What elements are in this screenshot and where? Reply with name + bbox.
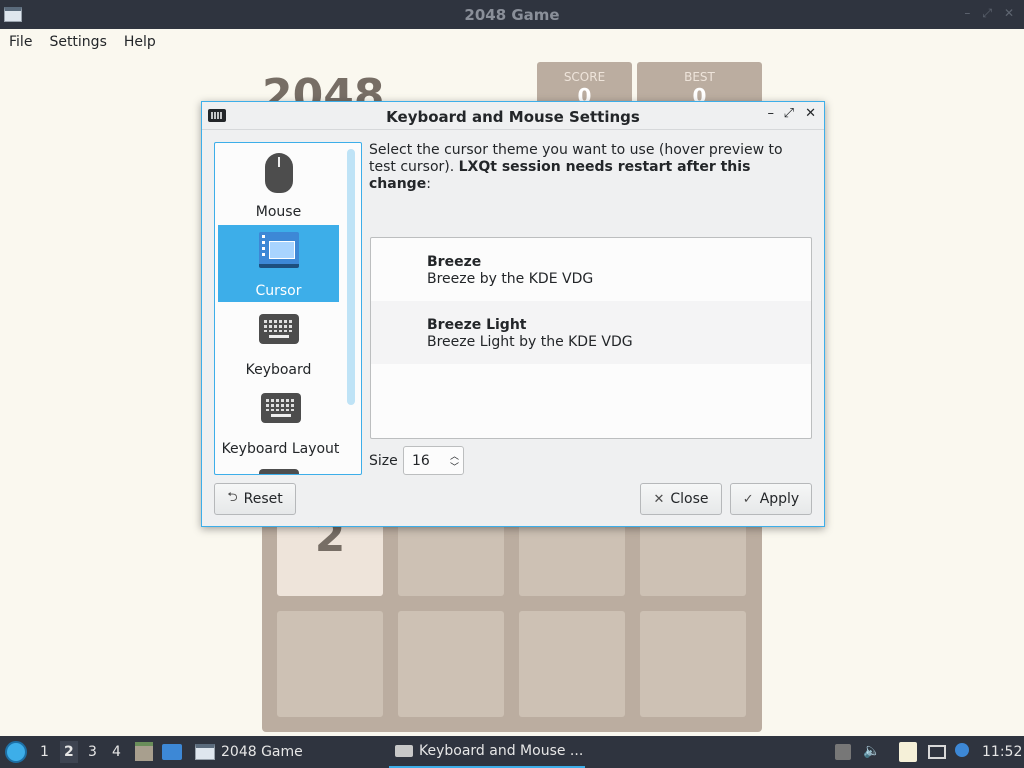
theme-description: Breeze Light by the KDE VDG <box>427 334 633 350</box>
clipboard-icon[interactable] <box>899 742 917 762</box>
score-box: SCORE 0 <box>537 62 632 108</box>
sidebar-item-label: Keyboard <box>245 362 312 378</box>
empty-cell <box>640 611 746 717</box>
theme-item-breeze[interactable]: Breeze Breeze by the KDE VDG <box>371 238 811 301</box>
theme-name: Breeze <box>427 254 482 270</box>
settings-category-list: Mouse Cursor Keyboard Keyboard Layout <box>214 142 362 475</box>
window-controls: – ⤢ ✕ <box>964 6 1014 21</box>
maximize-icon[interactable]: ⤢ <box>982 6 992 21</box>
window-title: 2048 Game <box>464 6 560 24</box>
empty-cell <box>519 611 625 717</box>
sidebar-item-keyboard-layout[interactable]: Keyboard Layout <box>218 383 343 460</box>
close-icon[interactable]: ✕ <box>1004 6 1014 21</box>
close-label: Close <box>670 491 709 507</box>
empty-cell <box>277 611 383 717</box>
size-spinbox[interactable]: 16 ︿ ﹀ <box>403 446 464 475</box>
reset-button[interactable]: ⮌ Reset <box>214 483 296 515</box>
close-button[interactable]: ✕ Close <box>640 483 722 515</box>
cursor-icon <box>258 232 299 268</box>
taskbar: 1 2 3 4 2048 Game Keyboard and Mouse ...… <box>0 736 1024 768</box>
sidebar-item-keyboard[interactable]: Keyboard <box>218 304 339 381</box>
keyboard-layout-icon <box>260 393 301 423</box>
sidebar-item-label: Mouse <box>255 204 302 220</box>
minimize-icon[interactable]: – <box>768 106 775 121</box>
workspace-3[interactable]: 3 <box>88 744 97 760</box>
minimize-icon[interactable]: – <box>964 6 970 21</box>
cursor-theme-description: Select the cursor theme you want to use … <box>369 142 809 193</box>
menubar: File Settings Help <box>0 29 1024 57</box>
theme-description: Breeze by the KDE VDG <box>427 271 594 287</box>
cursor-theme-list: Breeze Breeze by the KDE VDG Breeze Ligh… <box>370 237 812 439</box>
sidebar-item-label: Cursor <box>255 283 302 299</box>
empty-cell <box>398 611 504 717</box>
volume-icon[interactable]: 🔈 <box>863 743 880 759</box>
best-label: BEST <box>684 70 715 84</box>
keyboard-icon <box>258 469 299 474</box>
network-icon[interactable] <box>928 745 946 759</box>
sidebar-item-label: Keyboard Layout <box>221 441 340 457</box>
maximize-icon[interactable]: ⤢ <box>784 106 794 121</box>
show-desktop-icon[interactable] <box>162 744 182 760</box>
task-label: 2048 Game <box>221 744 303 760</box>
size-label: Size <box>369 453 398 469</box>
undo-icon: ⮌ <box>227 490 238 505</box>
workspace-2[interactable]: 2 <box>60 741 78 763</box>
lxqt-menu-icon[interactable] <box>5 741 27 763</box>
file-manager-icon[interactable] <box>135 742 153 761</box>
task-2048-game[interactable]: 2048 Game <box>189 736 379 768</box>
workspace-4[interactable]: 4 <box>112 744 121 760</box>
theme-name: Breeze Light <box>427 317 527 333</box>
menu-settings[interactable]: Settings <box>40 29 114 57</box>
keyboard-icon <box>258 314 299 344</box>
reset-label: Reset <box>243 491 283 507</box>
upload-icon[interactable] <box>835 744 851 760</box>
sidebar-scrollbar[interactable] <box>347 149 355 405</box>
checkmark-icon: ✓ <box>742 491 754 507</box>
clock[interactable]: 11:52 <box>982 744 1022 760</box>
sidebar-item-mouse[interactable]: Mouse <box>218 146 339 223</box>
keyboard-icon <box>395 745 413 757</box>
task-label: Keyboard and Mouse ... <box>419 743 584 759</box>
description-tail: : <box>426 176 431 192</box>
size-value: 16 <box>412 453 430 469</box>
menu-help[interactable]: Help <box>115 29 164 57</box>
window-icon <box>195 744 215 760</box>
notification-icon[interactable] <box>955 743 969 757</box>
apply-button[interactable]: ✓ Apply <box>730 483 812 515</box>
close-icon[interactable]: ✕ <box>805 106 816 121</box>
dialog-titlebar: Keyboard and Mouse Settings – ⤢ ✕ <box>202 102 824 130</box>
theme-item-breeze-light[interactable]: Breeze Light Breeze Light by the KDE VDG <box>371 301 811 364</box>
keyboard-mouse-settings-dialog: Keyboard and Mouse Settings – ⤢ ✕ Mouse … <box>201 101 825 527</box>
chevron-down-icon[interactable]: ﹀ <box>450 460 459 473</box>
dialog-title: Keyboard and Mouse Settings <box>386 108 640 126</box>
sidebar-item-partial <box>218 462 339 474</box>
main-titlebar: 2048 Game – ⤢ ✕ <box>0 0 1024 29</box>
apply-label: Apply <box>759 491 800 507</box>
task-keyboard-mouse[interactable]: Keyboard and Mouse ... <box>389 736 585 768</box>
sidebar-item-cursor[interactable]: Cursor <box>218 225 339 302</box>
close-icon: ✕ <box>653 491 665 507</box>
workspace-1[interactable]: 1 <box>40 744 49 760</box>
game-board: 2 <box>262 490 762 732</box>
best-box: BEST 0 <box>637 62 762 108</box>
mouse-icon <box>264 153 293 193</box>
menu-file[interactable]: File <box>0 29 40 57</box>
score-label: SCORE <box>563 70 606 84</box>
